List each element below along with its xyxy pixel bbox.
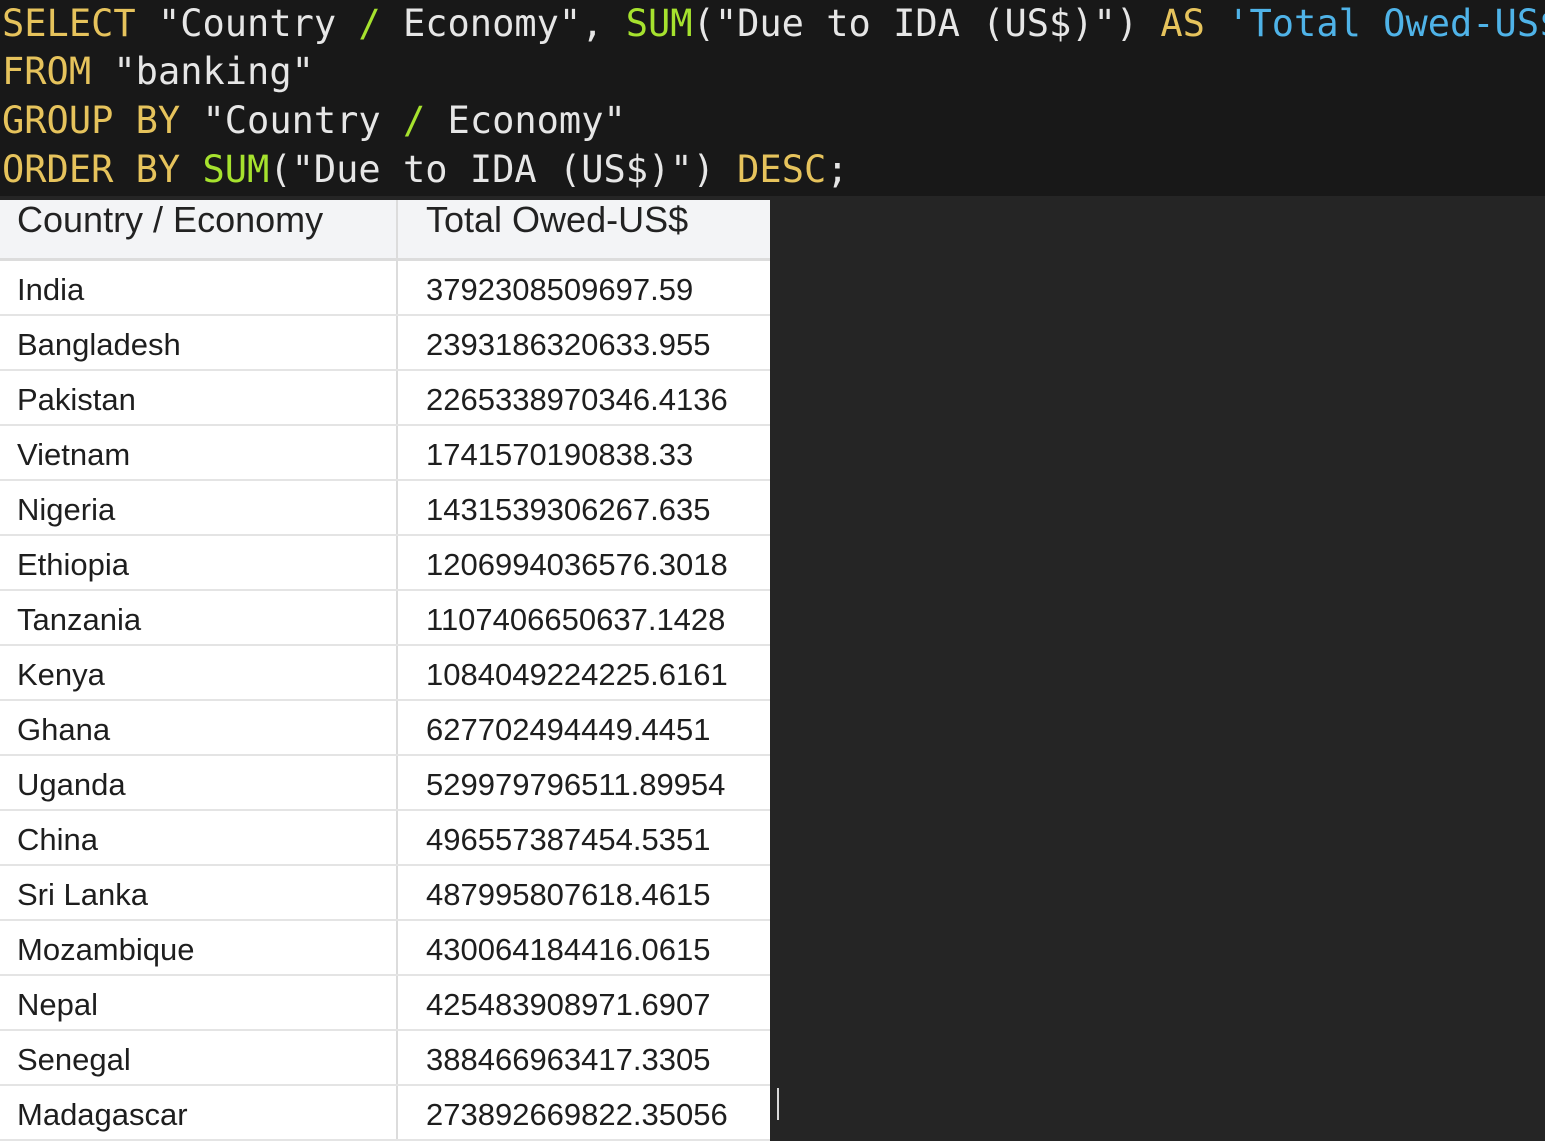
sql-editor[interactable]: SELECT "Country / Economy", SUM("Due to … [0, 0, 1545, 196]
code-token: ; [826, 148, 849, 191]
cell-country[interactable]: Uganda [0, 756, 398, 809]
cell-country[interactable]: Sri Lanka [0, 866, 398, 919]
table-row[interactable]: Pakistan 2265338970346.4136 [0, 371, 770, 426]
cell-total-owed[interactable]: 1206994036576.3018 [398, 536, 770, 589]
code-token: "banking" [113, 50, 314, 93]
table-body: India 3792308509697.59 Bangladesh 239318632… [0, 261, 770, 1141]
code-token: ( [269, 148, 292, 191]
cell-country[interactable]: India [0, 261, 398, 314]
table-row[interactable]: Nepal 425483908971.6907 [0, 976, 770, 1031]
code-token: ORDER BY [2, 148, 181, 191]
table-row[interactable]: Sri Lanka 487995807618.4615 [0, 866, 770, 921]
code-token: DESC [737, 148, 827, 191]
code-token: SUM [625, 2, 693, 45]
table-row[interactable]: Ghana 627702494449.4451 [0, 701, 770, 756]
cell-total-owed[interactable]: 1107406650637.1428 [398, 591, 770, 644]
table-row[interactable]: Mozambique 430064184416.0615 [0, 921, 770, 976]
cell-total-owed[interactable]: 3792308509697.59 [398, 261, 770, 314]
cell-total-owed[interactable]: 627702494449.4451 [398, 701, 770, 754]
cell-country[interactable]: Kenya [0, 646, 398, 699]
text-cursor [777, 1088, 779, 1120]
cell-country[interactable]: Tanzania [0, 591, 398, 644]
column-header-country[interactable]: Country / Economy [0, 200, 398, 258]
code-token: , [581, 2, 626, 45]
code-token: SELECT [2, 2, 136, 45]
code-token: "Country [157, 2, 359, 45]
code-token: "Due to IDA (US$)" [714, 2, 1116, 45]
cell-country[interactable]: Nigeria [0, 481, 398, 534]
table-row[interactable]: Ethiopia 1206994036576.3018 [0, 536, 770, 591]
code-token: 'Total Owed-US$' [1227, 2, 1545, 45]
code-token: GROUP BY [2, 99, 181, 142]
table-row[interactable]: Kenya 1084049224225.6161 [0, 646, 770, 701]
table-row[interactable]: Nigeria 1431539306267.635 [0, 481, 770, 536]
code-line[interactable]: GROUP BY "Country / Economy" [2, 97, 626, 145]
cell-total-owed[interactable]: 529979796511.89954 [398, 756, 770, 809]
cell-total-owed[interactable]: 425483908971.6907 [398, 976, 770, 1029]
code-token: "Due to IDA (US$)" [291, 148, 693, 191]
cell-total-owed[interactable]: 388466963417.3305 [398, 1031, 770, 1084]
table-row[interactable]: Senegal 388466963417.3305 [0, 1031, 770, 1086]
code-token: FROM [2, 50, 92, 93]
code-token: Economy" [425, 99, 626, 142]
code-token: ) [1115, 2, 1161, 45]
cell-country[interactable]: Bangladesh [0, 316, 398, 369]
code-token: ( [692, 2, 715, 45]
table-row[interactable]: Tanzania 1107406650637.1428 [0, 591, 770, 646]
cell-total-owed[interactable]: 1741570190838.33 [398, 426, 770, 479]
cell-total-owed[interactable]: 496557387454.5351 [398, 811, 770, 864]
table-header-row: Country / Economy Total Owed-US$ [0, 200, 770, 261]
table-row[interactable]: India 3792308509697.59 [0, 261, 770, 316]
cell-total-owed[interactable]: 2393186320633.955 [398, 316, 770, 369]
cell-country[interactable]: Ethiopia [0, 536, 398, 589]
results-table: Country / Economy Total Owed-US$ India 37… [0, 200, 770, 1141]
cell-country[interactable]: Vietnam [0, 426, 398, 479]
cell-total-owed[interactable]: 487995807618.4615 [398, 866, 770, 919]
table-row[interactable]: Uganda 529979796511.89954 [0, 756, 770, 811]
code-token: ) [692, 148, 738, 191]
cell-country[interactable]: Senegal [0, 1031, 398, 1084]
cell-country[interactable]: Nepal [0, 976, 398, 1029]
code-token: "Country [202, 99, 403, 142]
cell-country[interactable]: Ghana [0, 701, 398, 754]
cell-country[interactable]: Pakistan [0, 371, 398, 424]
cell-total-owed[interactable]: 2265338970346.4136 [398, 371, 770, 424]
cell-total-owed[interactable]: 430064184416.0615 [398, 921, 770, 974]
code-line[interactable]: FROM "banking" [2, 48, 314, 96]
code-line[interactable]: SELECT "Country / Economy", SUM("Due to … [2, 0, 1545, 48]
column-header-total-owed[interactable]: Total Owed-US$ [398, 200, 770, 258]
code-token: / [358, 2, 381, 45]
table-row[interactable]: China 496557387454.5351 [0, 811, 770, 866]
cell-country[interactable]: Madagascar [0, 1086, 398, 1139]
code-token: SUM [202, 148, 270, 191]
results-panel: Country / Economy Total Owed-US$ India 37… [0, 196, 1545, 1141]
cell-country[interactable]: Mozambique [0, 921, 398, 974]
code-line[interactable]: ORDER BY SUM("Due to IDA (US$)") DESC; [2, 146, 849, 194]
cell-country[interactable]: China [0, 811, 398, 864]
cell-total-owed[interactable]: 1084049224225.6161 [398, 646, 770, 699]
table-row[interactable]: Vietnam 1741570190838.33 [0, 426, 770, 481]
cell-total-owed[interactable]: 273892669822.35056 [398, 1086, 770, 1139]
code-token: AS [1160, 2, 1205, 45]
code-token: Economy" [380, 2, 582, 45]
table-row[interactable]: Madagascar 273892669822.35056 [0, 1086, 770, 1141]
code-token: / [402, 99, 426, 142]
table-row[interactable]: Bangladesh 2393186320633.955 [0, 316, 770, 371]
cell-total-owed[interactable]: 1431539306267.635 [398, 481, 770, 534]
